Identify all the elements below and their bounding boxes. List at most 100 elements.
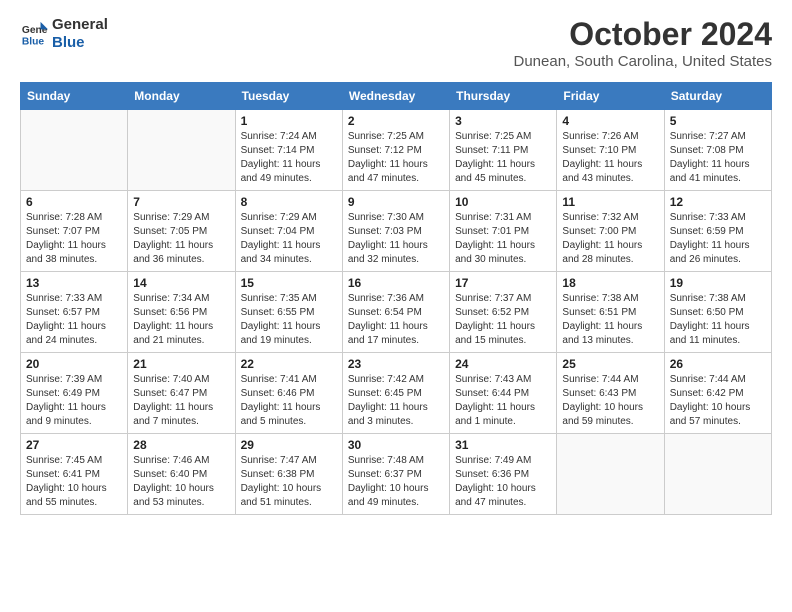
calendar-cell-week4-day7: 26 Sunrise: 7:44 AM Sunset: 6:42 PM Dayli… [664, 353, 771, 434]
calendar-week-1: 1 Sunrise: 7:24 AM Sunset: 7:14 PM Daylig… [21, 110, 772, 191]
day-number: 2 [348, 114, 444, 128]
calendar-title: October 2024 [514, 16, 773, 53]
day-number: 29 [241, 438, 337, 452]
day-info: Sunrise: 7:35 AM Sunset: 6:55 PM Dayligh… [241, 292, 337, 348]
weekday-header-tuesday: Tuesday [235, 83, 342, 110]
weekday-header-thursday: Thursday [450, 83, 557, 110]
day-number: 6 [26, 195, 122, 209]
logo-text-line1: General [52, 16, 108, 34]
calendar-cell-week1-day1 [21, 110, 128, 191]
calendar-cell-week1-day7: 5 Sunrise: 7:27 AM Sunset: 7:08 PM Daylig… [664, 110, 771, 191]
day-number: 13 [26, 276, 122, 290]
calendar-cell-week3-day4: 16Sunrise: 7:36 AM Sunset: 6:54 PM Dayli… [342, 272, 449, 353]
day-info: Sunrise: 7:26 AM Sunset: 7:10 PM Dayligh… [562, 130, 658, 186]
calendar-cell-week4-day6: 25Sunrise: 7:44 AM Sunset: 6:43 PM Dayli… [557, 353, 664, 434]
day-info: Sunrise: 7:27 AM Sunset: 7:08 PM Dayligh… [670, 130, 766, 186]
day-number: 30 [348, 438, 444, 452]
day-number: 5 [670, 114, 766, 128]
day-number: 3 [455, 114, 551, 128]
calendar-cell-week4-day4: 23 Sunrise: 7:42 AM Sunset: 6:45 PM Dayli… [342, 353, 449, 434]
day-number: 31 [455, 438, 551, 452]
logo-icon: General Blue [20, 20, 48, 48]
calendar-cell-week4-day3: 22 Sunrise: 7:41 AM Sunset: 6:46 PM Dayli… [235, 353, 342, 434]
day-number: 9 [348, 195, 444, 209]
calendar-cell-week2-day5: 10 Sunrise: 7:31 AM Sunset: 7:01 PM Dayli… [450, 191, 557, 272]
day-number: 1 [241, 114, 337, 128]
calendar-cell-week1-day2 [128, 110, 235, 191]
day-number: 27 [26, 438, 122, 452]
calendar-cell-week2-day7: 12 Sunrise: 7:33 AM Sunset: 6:59 PM Dayli… [664, 191, 771, 272]
svg-text:Blue: Blue [22, 36, 45, 47]
calendar-cell-week1-day3: 1 Sunrise: 7:24 AM Sunset: 7:14 PM Daylig… [235, 110, 342, 191]
calendar-week-5: 27 Sunrise: 7:45 AM Sunset: 6:41 PM Dayli… [21, 434, 772, 515]
day-number: 14 [133, 276, 229, 290]
day-info: Sunrise: 7:33 AM Sunset: 6:59 PM Dayligh… [670, 211, 766, 267]
day-number: 15 [241, 276, 337, 290]
day-info: Sunrise: 7:34 AM Sunset: 6:56 PM Dayligh… [133, 292, 229, 348]
calendar-cell-week1-day4: 2 Sunrise: 7:25 AM Sunset: 7:12 PM Daylig… [342, 110, 449, 191]
calendar-cell-week4-day2: 21 Sunrise: 7:40 AM Sunset: 6:47 PM Dayli… [128, 353, 235, 434]
day-number: 26 [670, 357, 766, 371]
calendar-week-2: 6 Sunrise: 7:28 AM Sunset: 7:07 PM Daylig… [21, 191, 772, 272]
day-info: Sunrise: 7:31 AM Sunset: 7:01 PM Dayligh… [455, 211, 551, 267]
weekday-header-monday: Monday [128, 83, 235, 110]
calendar-table: SundayMondayTuesdayWednesdayThursdayFrid… [20, 82, 772, 515]
day-info: Sunrise: 7:25 AM Sunset: 7:11 PM Dayligh… [455, 130, 551, 186]
day-info: Sunrise: 7:45 AM Sunset: 6:41 PM Dayligh… [26, 454, 122, 510]
day-info: Sunrise: 7:44 AM Sunset: 6:42 PM Dayligh… [670, 373, 766, 429]
calendar-cell-week5-day1: 27 Sunrise: 7:45 AM Sunset: 6:41 PM Dayli… [21, 434, 128, 515]
day-info: Sunrise: 7:30 AM Sunset: 7:03 PM Dayligh… [348, 211, 444, 267]
calendar-cell-week5-day2: 28 Sunrise: 7:46 AM Sunset: 6:40 PM Dayli… [128, 434, 235, 515]
day-info: Sunrise: 7:40 AM Sunset: 6:47 PM Dayligh… [133, 373, 229, 429]
day-info: Sunrise: 7:41 AM Sunset: 6:46 PM Dayligh… [241, 373, 337, 429]
day-number: 12 [670, 195, 766, 209]
title-area: October 2024 Dunean, South Carolina, Uni… [514, 16, 773, 70]
day-number: 19 [670, 276, 766, 290]
day-info: Sunrise: 7:36 AM Sunset: 6:54 PM Dayligh… [348, 292, 444, 348]
calendar-cell-week2-day1: 6 Sunrise: 7:28 AM Sunset: 7:07 PM Daylig… [21, 191, 128, 272]
day-number: 10 [455, 195, 551, 209]
day-info: Sunrise: 7:39 AM Sunset: 6:49 PM Dayligh… [26, 373, 122, 429]
logo-text-line2: Blue [52, 34, 108, 52]
day-number: 23 [348, 357, 444, 371]
day-info: Sunrise: 7:37 AM Sunset: 6:52 PM Dayligh… [455, 292, 551, 348]
calendar-week-3: 13Sunrise: 7:33 AM Sunset: 6:57 PM Dayli… [21, 272, 772, 353]
day-info: Sunrise: 7:44 AM Sunset: 6:43 PM Dayligh… [562, 373, 658, 429]
calendar-subtitle: Dunean, South Carolina, United States [514, 53, 773, 70]
calendar-cell-week3-day3: 15 Sunrise: 7:35 AM Sunset: 6:55 PM Dayli… [235, 272, 342, 353]
calendar-cell-week3-day5: 17 Sunrise: 7:37 AM Sunset: 6:52 PM Dayli… [450, 272, 557, 353]
day-number: 21 [133, 357, 229, 371]
day-info: Sunrise: 7:47 AM Sunset: 6:38 PM Dayligh… [241, 454, 337, 510]
day-info: Sunrise: 7:46 AM Sunset: 6:40 PM Dayligh… [133, 454, 229, 510]
day-number: 18 [562, 276, 658, 290]
day-info: Sunrise: 7:32 AM Sunset: 7:00 PM Dayligh… [562, 211, 658, 267]
calendar-cell-week2-day2: 7 Sunrise: 7:29 AM Sunset: 7:05 PM Daylig… [128, 191, 235, 272]
logo: General Blue General Blue [20, 16, 108, 52]
day-info: Sunrise: 7:25 AM Sunset: 7:12 PM Dayligh… [348, 130, 444, 186]
day-info: Sunrise: 7:28 AM Sunset: 7:07 PM Dayligh… [26, 211, 122, 267]
calendar-cell-week5-day7 [664, 434, 771, 515]
calendar-cell-week2-day3: 8Sunrise: 7:29 AM Sunset: 7:04 PM Daylig… [235, 191, 342, 272]
day-number: 7 [133, 195, 229, 209]
day-number: 28 [133, 438, 229, 452]
weekday-header-wednesday: Wednesday [342, 83, 449, 110]
day-info: Sunrise: 7:24 AM Sunset: 7:14 PM Dayligh… [241, 130, 337, 186]
calendar-cell-week3-day1: 13Sunrise: 7:33 AM Sunset: 6:57 PM Dayli… [21, 272, 128, 353]
day-number: 17 [455, 276, 551, 290]
day-number: 22 [241, 357, 337, 371]
weekday-header-row: SundayMondayTuesdayWednesdayThursdayFrid… [21, 83, 772, 110]
day-number: 4 [562, 114, 658, 128]
day-info: Sunrise: 7:48 AM Sunset: 6:37 PM Dayligh… [348, 454, 444, 510]
day-info: Sunrise: 7:42 AM Sunset: 6:45 PM Dayligh… [348, 373, 444, 429]
calendar-cell-week1-day5: 3 Sunrise: 7:25 AM Sunset: 7:11 PM Daylig… [450, 110, 557, 191]
weekday-header-friday: Friday [557, 83, 664, 110]
weekday-header-sunday: Sunday [21, 83, 128, 110]
calendar-week-4: 20Sunrise: 7:39 AM Sunset: 6:49 PM Dayli… [21, 353, 772, 434]
calendar-cell-week3-day7: 19Sunrise: 7:38 AM Sunset: 6:50 PM Dayli… [664, 272, 771, 353]
calendar-cell-week1-day6: 4 Sunrise: 7:26 AM Sunset: 7:10 PM Daylig… [557, 110, 664, 191]
calendar-cell-week5-day3: 29 Sunrise: 7:47 AM Sunset: 6:38 PM Dayli… [235, 434, 342, 515]
day-info: Sunrise: 7:29 AM Sunset: 7:05 PM Dayligh… [133, 211, 229, 267]
day-info: Sunrise: 7:43 AM Sunset: 6:44 PM Dayligh… [455, 373, 551, 429]
calendar-cell-week5-day4: 30 Sunrise: 7:48 AM Sunset: 6:37 PM Dayli… [342, 434, 449, 515]
calendar-cell-week5-day5: 31Sunrise: 7:49 AM Sunset: 6:36 PM Dayli… [450, 434, 557, 515]
